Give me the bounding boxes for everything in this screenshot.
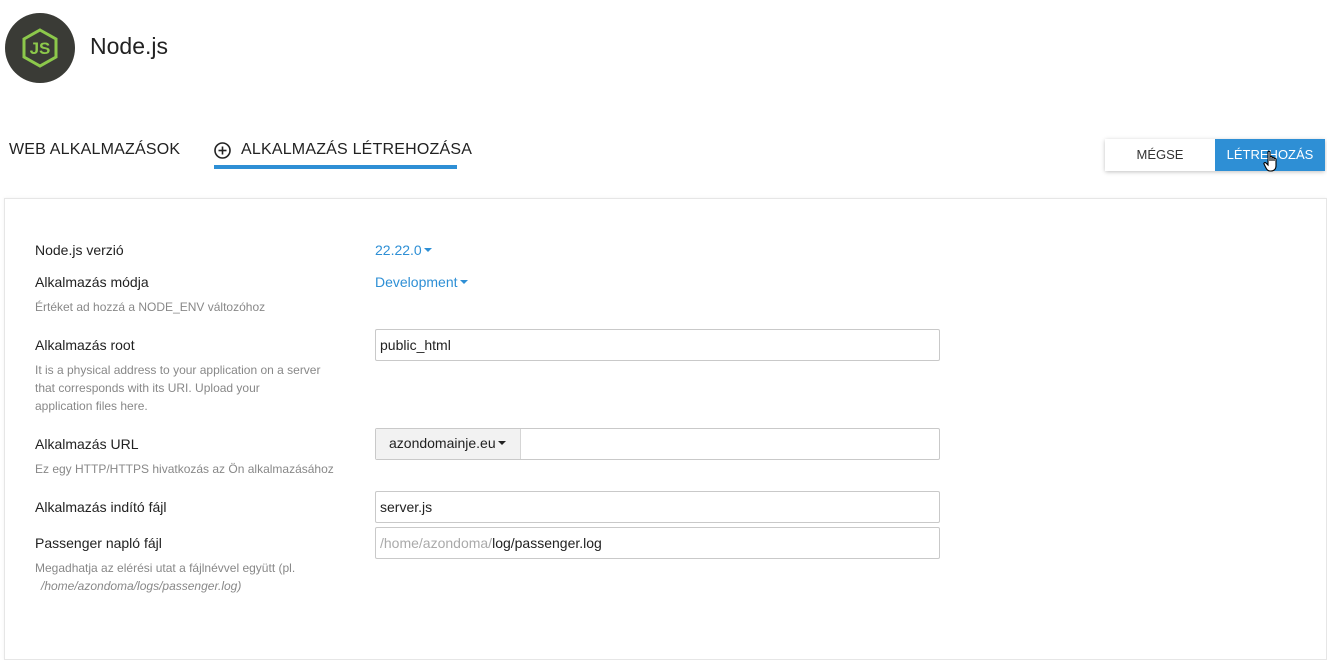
nodejs-logo-icon: JS xyxy=(5,13,75,83)
app-root-hint-line: that corresponds with its URI. Upload yo… xyxy=(35,381,260,395)
tab-web-apps[interactable]: WEB ALKALMAZÁSOK xyxy=(9,141,180,159)
passenger-log-prefix: /home/azondoma/ xyxy=(380,535,493,551)
passenger-log-value: log/passenger.log xyxy=(492,535,602,551)
app-root-label: Alkalmazás root xyxy=(35,337,135,353)
app-mode-value: Development xyxy=(375,274,458,290)
cancel-button[interactable]: MÉGSE xyxy=(1105,139,1215,171)
domain-value: azondomainje.eu xyxy=(389,435,496,451)
app-root-hint: It is a physical address to your applica… xyxy=(35,361,320,415)
tab-create-app[interactable]: ALKALMAZÁS LÉTREHOZÁSA xyxy=(214,141,472,159)
node-version-value: 22.22.0 xyxy=(375,242,422,258)
domain-select[interactable]: azondomainje.eu xyxy=(376,429,521,459)
app-root-input[interactable]: public_html xyxy=(375,329,940,361)
app-url-label: Alkalmazás URL xyxy=(35,436,139,452)
tab-create-app-label: ALKALMAZÁS LÉTREHOZÁSA xyxy=(241,141,473,158)
app-mode-dropdown[interactable]: Development xyxy=(375,274,468,290)
hand-cursor-icon xyxy=(1263,150,1281,174)
caret-down-icon xyxy=(459,280,468,285)
node-version-dropdown[interactable]: 22.22.0 xyxy=(375,242,432,258)
app-mode-label: Alkalmazás módja xyxy=(35,274,149,290)
svg-text:JS: JS xyxy=(30,39,51,58)
app-mode-hint: Értéket ad hozzá a NODE_ENV változóhoz xyxy=(35,300,266,314)
action-buttons: MÉGSE LÉTREHOZÁS xyxy=(1105,139,1325,171)
active-tab-indicator xyxy=(214,165,457,169)
passenger-log-input[interactable]: /home/azondoma/log/passenger.log xyxy=(375,527,940,559)
app-root-hint-line: application files here. xyxy=(35,399,148,413)
app-title: Node.js xyxy=(90,33,168,59)
plus-circle-icon xyxy=(214,141,231,159)
passenger-log-hint-line: Megadhatja az elérési utat a fájlnévvel … xyxy=(35,561,296,575)
passenger-log-hint: Megadhatja az elérési utat a fájlnévvel … xyxy=(35,559,295,595)
node-version-label: Node.js verzió xyxy=(35,242,124,258)
passenger-log-hint-path: /home/azondoma/logs/passenger.log) xyxy=(41,579,242,593)
startup-file-label: Alkalmazás indító fájl xyxy=(35,499,167,515)
app-url-path-input[interactable] xyxy=(521,429,939,459)
app-root-hint-line: It is a physical address to your applica… xyxy=(35,363,321,377)
app-url-hint: Ez egy HTTP/HTTPS hivatkozás az Ön alkal… xyxy=(35,462,334,476)
app-url-field: azondomainje.eu xyxy=(375,428,940,460)
caret-down-icon xyxy=(497,441,506,446)
startup-file-input[interactable]: server.js xyxy=(375,491,940,523)
passenger-log-label: Passenger napló fájl xyxy=(35,535,162,551)
caret-down-icon xyxy=(423,248,432,253)
